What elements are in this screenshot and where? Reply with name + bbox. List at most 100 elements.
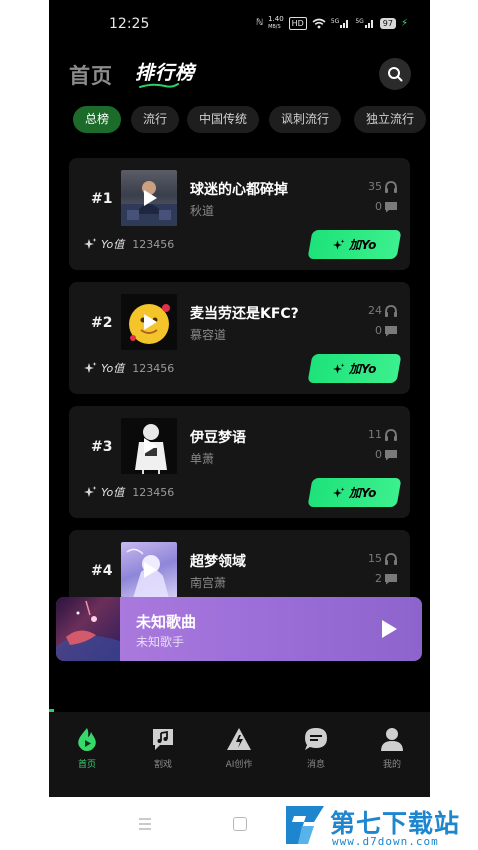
listen-count: 24 [368, 304, 398, 317]
yo-value-label: Yo值 [101, 486, 125, 499]
song-cover[interactable] [121, 294, 177, 350]
signal-1-icon: 5G [331, 18, 350, 28]
nav-label: 首页 [77, 760, 96, 770]
song-title: 超梦领域 [190, 554, 246, 570]
mini-player-title: 未知歌曲 [136, 613, 197, 631]
home-flame-icon [78, 728, 96, 751]
menu-icon[interactable] [138, 817, 152, 831]
active-tab-indicator [139, 83, 179, 88]
song-title: 麦当劳还是KFC? [190, 306, 299, 322]
song-cover[interactable] [121, 542, 177, 598]
home-square-icon[interactable] [233, 817, 247, 831]
search-button[interactable] [379, 58, 411, 90]
chat-music-icon [153, 729, 173, 750]
listen-count: 35 [368, 180, 398, 193]
yo-value-label: Yo值 [101, 238, 125, 251]
category-tab-all[interactable]: 总榜 [73, 106, 122, 133]
rank-number: #3 [91, 439, 113, 455]
add-yo-button[interactable]: 加Yo [307, 478, 402, 507]
headphones-icon [385, 180, 397, 193]
rank-number: #1 [91, 191, 113, 207]
song-cover[interactable] [121, 418, 177, 474]
category-tab-pop[interactable]: 流行 [131, 106, 180, 133]
status-time: 12:25 [109, 16, 150, 32]
song-card[interactable]: #2 麦当劳还是KFC? 慕容道 24 0 Yo值 123456 加Yo [69, 282, 410, 394]
headphones-icon [385, 304, 397, 317]
speed-value: 1.40 [268, 15, 284, 23]
tab-ranking[interactable]: 排行榜 [135, 58, 195, 85]
sparkle-icon [333, 486, 345, 498]
sparkle-icon [84, 362, 97, 373]
mini-player[interactable]: 未知歌曲 未知歌手 [56, 597, 422, 661]
sparkle-icon [333, 238, 345, 250]
comment-count: 2 [375, 572, 398, 585]
tab-home[interactable]: 首页 [69, 60, 113, 90]
mini-player-cover[interactable] [56, 597, 120, 661]
nav-item-messages[interactable]: 消息 [291, 726, 341, 770]
song-artist: 慕容道 [190, 328, 227, 342]
status-bar: 12:25 ℕ 1.40 MB/S HD 5G 5G 97 ⚡ [49, 0, 430, 46]
add-yo-button[interactable]: 加Yo [307, 354, 402, 383]
comment-count: 0 [375, 324, 398, 337]
rank-number: #4 [91, 563, 113, 579]
speed-unit: MB/S [268, 24, 281, 30]
song-artist: 单萧 [190, 452, 215, 466]
play-icon[interactable] [138, 187, 160, 209]
nav-item-profile[interactable]: 我的 [367, 726, 417, 770]
add-yo-label: 加Yo [349, 486, 377, 500]
comment-icon [385, 449, 397, 460]
add-yo-label: 加Yo [349, 238, 377, 252]
bottom-navigation: 首页 割戏 AI创作 消息 我的 [49, 712, 430, 797]
header: 首页 排行榜 [49, 50, 430, 94]
play-icon[interactable] [138, 311, 160, 333]
watermark-logo [286, 806, 324, 844]
song-title: 伊豆梦语 [190, 430, 246, 446]
play-icon[interactable] [378, 618, 400, 640]
battery-icon: 97 [379, 17, 396, 29]
yo-value-row: Yo值 123456 [83, 360, 174, 376]
song-cover[interactable] [121, 170, 177, 226]
sparkle-icon [84, 486, 97, 497]
category-tab-indie-pop[interactable]: 独立流行 [354, 106, 427, 133]
nav-label: 割戏 [153, 760, 172, 770]
sparkle-icon [333, 362, 345, 374]
ai-create-icon [227, 728, 251, 750]
add-yo-label: 加Yo [349, 362, 377, 376]
yo-score: 123456 [132, 485, 175, 499]
wifi-icon [312, 18, 326, 28]
sparkle-icon [84, 238, 97, 249]
hd-badge: HD [288, 16, 307, 30]
nav-item-home[interactable]: 首页 [62, 726, 112, 770]
status-icons: ℕ 1.40 MB/S HD 5G 5G 97 ⚡ [256, 15, 408, 31]
song-title: 球迷的心都碎掉 [190, 182, 288, 198]
song-card[interactable]: #1 球迷的心都碎掉 秋道 35 0 Yo值 123456 加Yo [69, 158, 410, 270]
play-icon[interactable] [138, 435, 160, 457]
comment-icon [385, 325, 397, 336]
add-yo-button[interactable]: 加Yo [307, 230, 402, 259]
listen-count: 11 [368, 428, 398, 441]
song-artist: 秋道 [190, 204, 215, 218]
song-card[interactable]: #3 伊豆梦语 单萧 11 0 Yo值 123456 加Yo [69, 406, 410, 518]
category-tab-chinese-traditional[interactable]: 中国传统 [187, 106, 260, 133]
nav-item-ai-create[interactable]: AI创作 [214, 726, 264, 770]
network-speed: 1.40 MB/S [268, 15, 284, 31]
play-icon[interactable] [138, 559, 160, 581]
category-tabs: 总榜 流行 中国传统 讽刺流行 独立流行 [73, 106, 430, 133]
nfc-icon: ℕ [255, 18, 264, 28]
nav-label: 我的 [382, 760, 401, 770]
comment-icon [385, 201, 397, 212]
yo-score: 123456 [132, 237, 175, 251]
category-tab-satire-pop[interactable]: 讽刺流行 [269, 106, 342, 133]
nav-item-play[interactable]: 割戏 [138, 726, 188, 770]
search-icon [388, 67, 403, 82]
nav-label: AI创作 [225, 760, 253, 770]
yo-value-label: Yo值 [101, 362, 125, 375]
mini-player-artist: 未知歌手 [136, 635, 185, 649]
profile-icon [381, 728, 403, 751]
comment-icon [385, 573, 397, 584]
yo-value-row: Yo值 123456 [83, 484, 174, 500]
rank-number: #2 [91, 315, 113, 331]
song-artist: 南宫萧 [190, 576, 227, 590]
nav-label: 消息 [306, 760, 325, 770]
charging-icon: ⚡ [400, 17, 408, 29]
